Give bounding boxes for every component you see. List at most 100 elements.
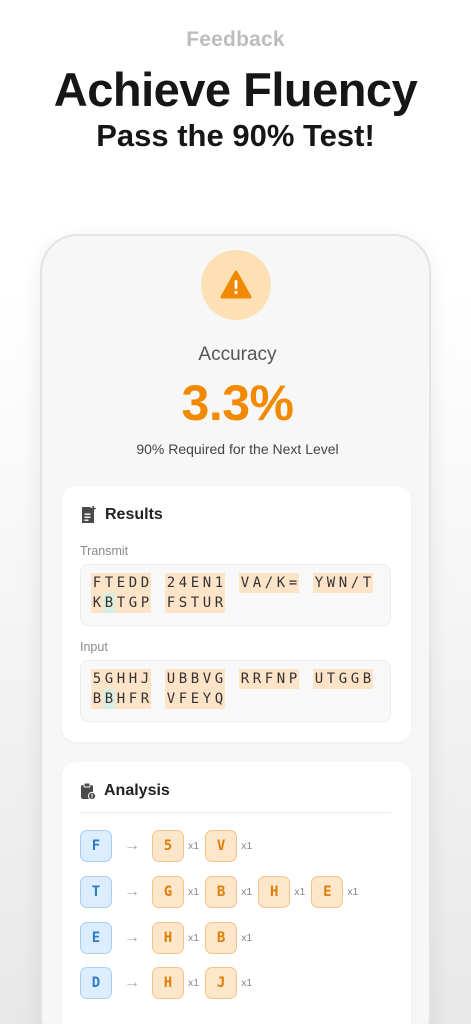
mistake-count: x1 (241, 886, 253, 898)
mistake-key: E (311, 876, 344, 908)
source-key: F (80, 830, 112, 862)
mistake-count: x1 (188, 977, 200, 989)
mistake-key: B (205, 876, 238, 908)
transmit-char: U (201, 593, 213, 613)
mistake-count: x1 (241, 932, 253, 944)
mistake-count: x1 (347, 886, 359, 898)
input-group: RRFNP (239, 669, 299, 689)
input-char: 5 (91, 669, 103, 689)
input-char: F (127, 689, 139, 709)
mistake-count: x1 (241, 977, 253, 989)
transmit-char: G (127, 593, 139, 613)
input-char: G (337, 669, 349, 689)
analysis-title: Analysis (80, 782, 170, 800)
input-char: R (239, 669, 251, 689)
mistake-count: x1 (241, 840, 253, 852)
analysis-row: T → Gx1 Bx1 Hx1 Ex1 (80, 876, 364, 908)
input-char: E (189, 689, 201, 709)
transmit-char: R (213, 593, 225, 613)
input-char: H (115, 669, 127, 689)
source-key: E (80, 922, 112, 954)
input-char: R (251, 669, 263, 689)
transmit-char: F (91, 573, 103, 593)
analysis-row: F → 5 x1 Vx1 (80, 830, 258, 862)
source-key: T (80, 876, 112, 908)
source-key: D (80, 967, 112, 999)
input-char: H (127, 669, 139, 689)
accuracy-value: 3.3% (181, 375, 294, 431)
transmit-char: D (127, 573, 139, 593)
transmit-char: Y (313, 573, 325, 593)
transmit-char: N (337, 573, 349, 593)
transmit-group: 24EN1 (165, 573, 225, 593)
accuracy-label: Accuracy (198, 344, 277, 365)
input-char: P (287, 669, 299, 689)
input-char: U (313, 669, 325, 689)
input-char: R (139, 689, 151, 709)
input-char: T (325, 669, 337, 689)
transmit-char: K (275, 573, 287, 593)
input-char: F (177, 689, 189, 709)
mistake-key: B (205, 922, 238, 954)
transmit-char: / (263, 573, 275, 593)
input-char: Y (201, 689, 213, 709)
headline: Achieve Fluency (53, 63, 418, 116)
transmit-char: T (103, 573, 115, 593)
input-group: VFEYQ (165, 689, 225, 709)
transmit-char: P (139, 593, 151, 613)
transmit-group: KBTGP (91, 593, 151, 613)
input-char: V (201, 669, 213, 689)
input-char: B (361, 669, 373, 689)
transmit-char: A (251, 573, 263, 593)
transmit-char: = (287, 573, 299, 593)
input-group: UBBVG (165, 669, 225, 689)
mistake-key: H (258, 876, 291, 908)
input-line: 5GHHJUBBVGRRFNPUTGGB (91, 669, 380, 689)
transmit-code-box: F T E D D 2 4 E N 1 V A / K = Y W N / T K B T G P F S T U R (80, 564, 391, 626)
transmit-group: V A / K = (239, 573, 299, 593)
mistake-count: x1 (188, 886, 200, 898)
clipboard-icon (81, 782, 96, 800)
transmit-group: FTEDD (91, 573, 151, 593)
document-plus-icon (82, 506, 96, 523)
input-char: G (103, 669, 115, 689)
transmit-group: Y W N / T (313, 573, 373, 593)
transmit-group: FSTUR (165, 593, 225, 613)
transmit-char: E (189, 573, 201, 593)
analysis-card: Analysis F → 5 x1 Vx1 T → Gx1 Bx1 Hx1 Ex1 E → Hx1 Bx1 D… (62, 762, 411, 1024)
input-char: B (177, 669, 189, 689)
mistake-key: V (205, 830, 238, 862)
input-char: B (103, 689, 115, 709)
feedback-eyebrow: Feedback (186, 28, 285, 51)
transmit-char: V (239, 573, 251, 593)
transmit-char: K (91, 593, 103, 613)
arrow-right-icon: → (124, 974, 140, 991)
input-char: B (189, 669, 201, 689)
mistake-key: J (205, 967, 238, 999)
transmit-label: Transmit (80, 544, 129, 558)
input-group: 5GHHJ (91, 669, 151, 689)
mistake-count: x1 (294, 886, 306, 898)
arrow-right-icon: → (124, 883, 140, 900)
input-char: J (139, 669, 151, 689)
transmit-char: W (325, 573, 337, 593)
transmit-char: B (103, 593, 115, 613)
transmit-char: 4 (177, 573, 189, 593)
requirement-note: 90% Required for the Next Level (136, 441, 339, 457)
input-label: Input (80, 640, 108, 654)
transmit-char: T (189, 593, 201, 613)
transmit-char: N (201, 573, 213, 593)
input-char: G (213, 669, 225, 689)
transmit-char: T (115, 593, 127, 613)
transmit-char: E (115, 573, 127, 593)
input-line: BBHFRVFEYQ (91, 689, 380, 709)
input-char: Q (213, 689, 225, 709)
mistake-key: H (152, 967, 184, 999)
input-char: G (349, 669, 361, 689)
arrow-right-icon: → (124, 929, 140, 946)
results-title-text: Results (105, 506, 163, 523)
transmit-char: / (349, 573, 361, 593)
transmit-char: T (361, 573, 373, 593)
input-group: UTGGB (313, 669, 373, 689)
mistake-key: 5 (152, 830, 184, 862)
